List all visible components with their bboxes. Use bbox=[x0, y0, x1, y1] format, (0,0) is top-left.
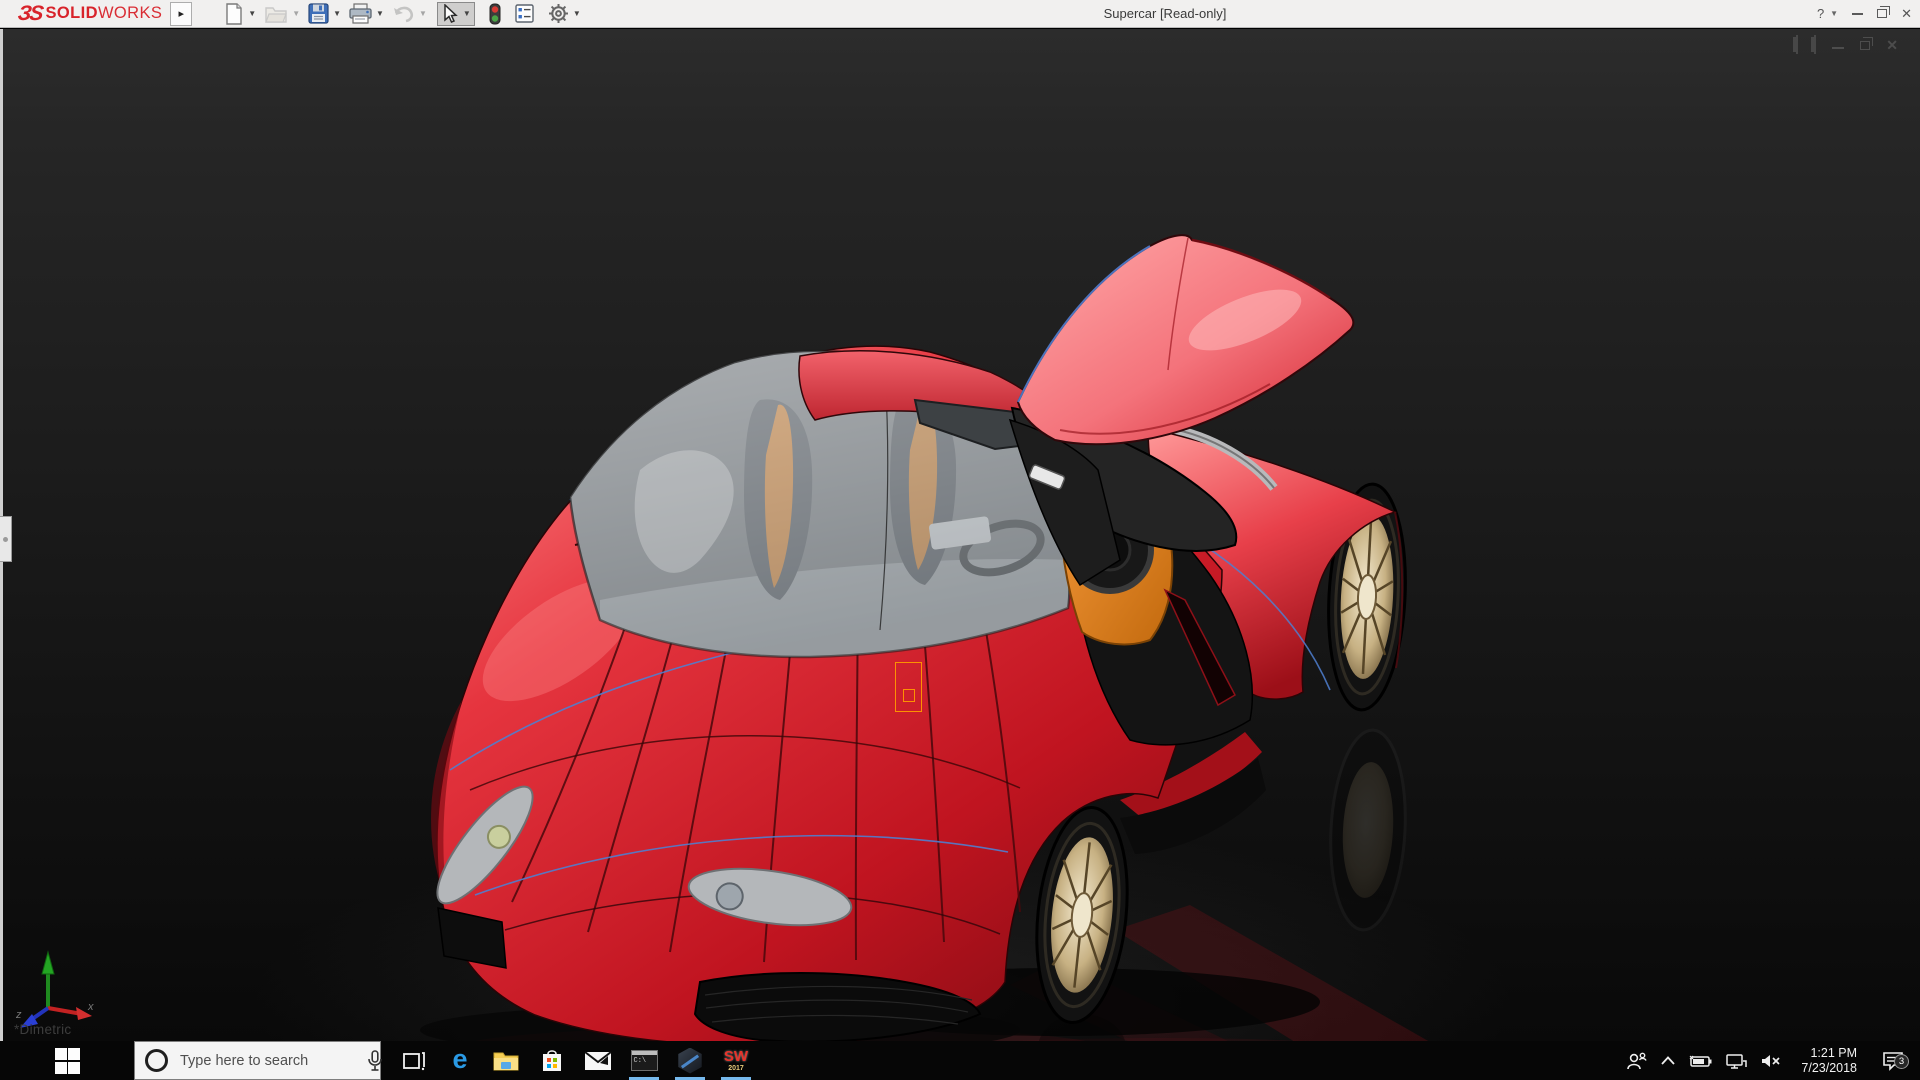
selection-box-inner bbox=[903, 689, 915, 702]
file-properties-icon bbox=[515, 4, 534, 23]
rebuild-button[interactable] bbox=[487, 1, 503, 27]
menu-flyout-button[interactable]: ▸ bbox=[170, 2, 192, 26]
taskbar-app-command-prompt[interactable]: C:\ bbox=[621, 1041, 667, 1080]
taskbar-clock[interactable]: 1:21 PM 7/23/2018 bbox=[1795, 1046, 1863, 1076]
window-title: Supercar [Read-only] bbox=[1104, 0, 1227, 27]
help-button[interactable]: ? bbox=[1817, 0, 1824, 27]
minimize-button[interactable] bbox=[1852, 13, 1863, 15]
panel-tab-grip bbox=[3, 537, 8, 542]
triad-x-label: x bbox=[87, 1001, 94, 1013]
task-view-icon bbox=[402, 1049, 426, 1073]
notification-badge: 3 bbox=[1894, 1054, 1909, 1069]
sw-icon-text: SW bbox=[724, 1049, 748, 1064]
child-restore-button[interactable] bbox=[1860, 41, 1870, 50]
flyout-arrow-icon: ▸ bbox=[179, 7, 185, 20]
new-document-dropdown[interactable]: ▼ bbox=[248, 9, 256, 18]
system-tray: 1:21 PM 7/23/2018 3 bbox=[1626, 1041, 1920, 1080]
solidworks-logo-mark-icon: ЗS bbox=[16, 2, 43, 26]
solidworks-window: ЗS SOLIDWORKS ▸ ▼ ▼ bbox=[0, 0, 1920, 1080]
mail-icon bbox=[584, 1051, 612, 1071]
title-bar: ЗS SOLIDWORKS ▸ ▼ ▼ bbox=[0, 0, 1920, 28]
clock-time: 1:21 PM bbox=[1801, 1046, 1857, 1061]
windows-taskbar: e bbox=[0, 1041, 1920, 1080]
new-document-button[interactable] bbox=[222, 1, 246, 27]
reference-triad: x z bbox=[12, 944, 100, 1028]
search-input[interactable] bbox=[168, 1053, 367, 1069]
print-dropdown[interactable]: ▼ bbox=[376, 9, 384, 18]
hidden-icons-chevron[interactable] bbox=[1661, 1056, 1675, 1065]
child-close-button[interactable]: ✕ bbox=[1886, 39, 1898, 51]
solidworks-2017-icon: SW 2017 bbox=[724, 1049, 748, 1072]
undo-button[interactable] bbox=[390, 1, 417, 27]
undo-dropdown[interactable]: ▼ bbox=[419, 9, 427, 18]
save-dropdown[interactable]: ▼ bbox=[333, 9, 341, 18]
options-dropdown[interactable]: ▼ bbox=[573, 9, 581, 18]
car-model-supercar[interactable] bbox=[0, 29, 1920, 1041]
close-button[interactable]: ✕ bbox=[1901, 6, 1912, 22]
people-icon[interactable] bbox=[1626, 1051, 1648, 1071]
sw-icon-year: 2017 bbox=[728, 1065, 744, 1072]
taskbar-search[interactable] bbox=[134, 1041, 381, 1080]
taskbar-app-store[interactable] bbox=[529, 1041, 575, 1080]
windows-logo-icon bbox=[55, 1048, 80, 1073]
window-controls: ? ▼ ✕ bbox=[1817, 0, 1912, 27]
taskbar-empty-area bbox=[759, 1041, 1626, 1080]
file-explorer-icon bbox=[492, 1049, 520, 1073]
restore-button[interactable] bbox=[1877, 9, 1887, 18]
graphics-viewport[interactable]: ✕ x z *Dimetric bbox=[0, 29, 1920, 1041]
solidworks-logo: ЗS SOLIDWORKS bbox=[0, 0, 162, 28]
taskbar-apps: e bbox=[391, 1041, 759, 1080]
action-center-button[interactable]: 3 bbox=[1876, 1051, 1910, 1071]
view-orientation-label: *Dimetric bbox=[14, 1022, 71, 1037]
new-window-icon[interactable] bbox=[1796, 36, 1798, 54]
options-button[interactable] bbox=[546, 1, 571, 27]
child-window-controls: ✕ bbox=[1796, 36, 1898, 54]
taskbar-app-file-explorer[interactable] bbox=[483, 1041, 529, 1080]
options-gear-icon bbox=[548, 3, 569, 24]
taskbar-app-edge[interactable]: e bbox=[437, 1041, 483, 1080]
selection-box bbox=[895, 662, 922, 712]
taskbar-app-edrawings[interactable] bbox=[667, 1041, 713, 1080]
edge-icon: e bbox=[452, 1046, 467, 1073]
open-dropdown[interactable]: ▼ bbox=[292, 9, 300, 18]
feature-panel-collapsed-tab[interactable] bbox=[0, 516, 12, 562]
triad-z-label: z bbox=[15, 1009, 22, 1021]
volume-muted-icon[interactable] bbox=[1760, 1053, 1782, 1069]
taskbar-app-solidworks-2017[interactable]: SW 2017 bbox=[713, 1041, 759, 1080]
clock-date: 7/23/2018 bbox=[1801, 1061, 1857, 1076]
brand-bold: SOLID bbox=[46, 4, 98, 22]
edrawings-cube-icon bbox=[677, 1048, 703, 1074]
microsoft-store-icon bbox=[540, 1048, 564, 1074]
brand-light: WORKS bbox=[98, 4, 162, 22]
microphone-icon[interactable] bbox=[367, 1050, 383, 1072]
taskbar-app-mail[interactable] bbox=[575, 1041, 621, 1080]
start-button[interactable] bbox=[0, 1041, 134, 1080]
print-button[interactable] bbox=[347, 1, 374, 27]
cortana-icon bbox=[145, 1049, 168, 1072]
network-icon[interactable] bbox=[1725, 1053, 1747, 1069]
new-document-icon bbox=[224, 3, 244, 25]
quick-access-toolbar: ▼ ▼ ▼ bbox=[222, 0, 586, 28]
save-button[interactable] bbox=[306, 1, 331, 27]
command-prompt-icon: C:\ bbox=[631, 1050, 658, 1071]
open-button[interactable] bbox=[262, 1, 290, 27]
open-gullwing-door[interactable] bbox=[1018, 235, 1353, 444]
select-tool-button[interactable]: ▼ bbox=[437, 2, 475, 26]
select-dropdown[interactable]: ▼ bbox=[463, 9, 471, 18]
battery-icon[interactable] bbox=[1688, 1054, 1712, 1068]
help-dropdown[interactable]: ▼ bbox=[1830, 9, 1838, 18]
rebuild-trafficlight-icon bbox=[489, 3, 501, 25]
child-minimize-button[interactable] bbox=[1832, 47, 1844, 50]
print-icon bbox=[349, 3, 372, 24]
file-properties-button[interactable] bbox=[513, 1, 536, 27]
split-window-icon[interactable] bbox=[1814, 36, 1816, 54]
command-prompt-text: C:\ bbox=[634, 1057, 647, 1065]
solidworks-logo-text: SOLIDWORKS bbox=[46, 4, 163, 23]
undo-arrow-icon bbox=[392, 4, 415, 24]
select-cursor-icon bbox=[441, 4, 459, 24]
open-folder-icon bbox=[264, 4, 288, 24]
save-floppy-icon bbox=[308, 3, 329, 24]
task-view-button[interactable] bbox=[391, 1041, 437, 1080]
